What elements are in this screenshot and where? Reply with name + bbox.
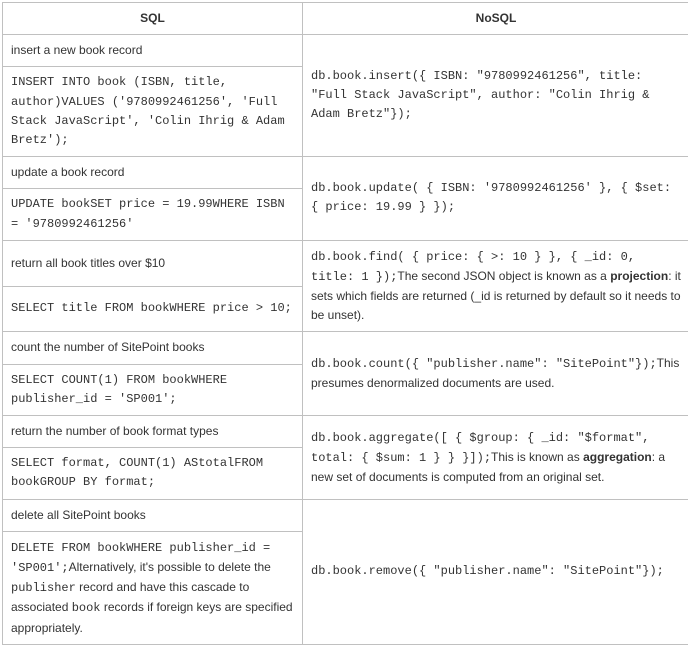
delete-label: delete all SitePoint books bbox=[3, 499, 303, 531]
count-nosql-code: db.book.count({ "publisher.name": "SiteP… bbox=[311, 357, 657, 371]
titles-nosql: db.book.find( { price: { >: 10 } }, { _i… bbox=[303, 240, 688, 332]
count-sql: SELECT COUNT(1) FROM bookWHERE publisher… bbox=[3, 364, 303, 415]
insert-nosql: db.book.insert({ ISBN: "9780992461256", … bbox=[303, 35, 688, 157]
format-nosql: db.book.aggregate([ { $group: { _id: "$f… bbox=[303, 416, 688, 500]
delete-sql-inline1: publisher bbox=[11, 581, 76, 595]
header-sql: SQL bbox=[3, 3, 303, 35]
update-sql: UPDATE bookSET price = 19.99WHERE ISBN =… bbox=[3, 189, 303, 240]
titles-nosql-note1: The second JSON object is known as a bbox=[397, 269, 610, 283]
comparison-table: SQL NoSQL insert a new book record db.bo… bbox=[2, 2, 688, 645]
table-header-row: SQL NoSQL bbox=[3, 3, 688, 35]
table-row: insert a new book record db.book.insert(… bbox=[3, 35, 688, 67]
count-nosql: db.book.count({ "publisher.name": "SiteP… bbox=[303, 332, 688, 416]
update-nosql: db.book.update( { ISBN: '9780992461256' … bbox=[303, 157, 688, 241]
titles-label: return all book titles over $10 bbox=[3, 240, 303, 286]
delete-nosql: db.book.remove({ "publisher.name": "Site… bbox=[303, 499, 688, 644]
header-nosql: NoSQL bbox=[303, 3, 688, 35]
table-row: count the number of SitePoint books db.b… bbox=[3, 332, 688, 364]
table-row: return the number of book format types d… bbox=[3, 416, 688, 448]
table-row: update a book record db.book.update( { I… bbox=[3, 157, 688, 189]
format-nosql-bold: aggregation bbox=[583, 450, 652, 464]
format-label: return the number of book format types bbox=[3, 416, 303, 448]
delete-sql-note1: Alternatively, it's possible to delete t… bbox=[69, 560, 271, 574]
table-row: return all book titles over $10 db.book.… bbox=[3, 240, 688, 286]
delete-sql: DELETE FROM bookWHERE publisher_id = 'SP… bbox=[3, 531, 303, 644]
delete-sql-inline2: book bbox=[72, 601, 101, 615]
titles-nosql-bold: projection bbox=[610, 269, 668, 283]
insert-label: insert a new book record bbox=[3, 35, 303, 67]
count-label: count the number of SitePoint books bbox=[3, 332, 303, 364]
format-sql: SELECT format, COUNT(1) AStotalFROM book… bbox=[3, 448, 303, 499]
table-row: delete all SitePoint books db.book.remov… bbox=[3, 499, 688, 531]
insert-sql: INSERT INTO book (ISBN, title, author)VA… bbox=[3, 67, 303, 157]
update-label: update a book record bbox=[3, 157, 303, 189]
format-nosql-note1: This is known as bbox=[491, 450, 583, 464]
titles-sql: SELECT title FROM bookWHERE price > 10; bbox=[3, 286, 303, 332]
